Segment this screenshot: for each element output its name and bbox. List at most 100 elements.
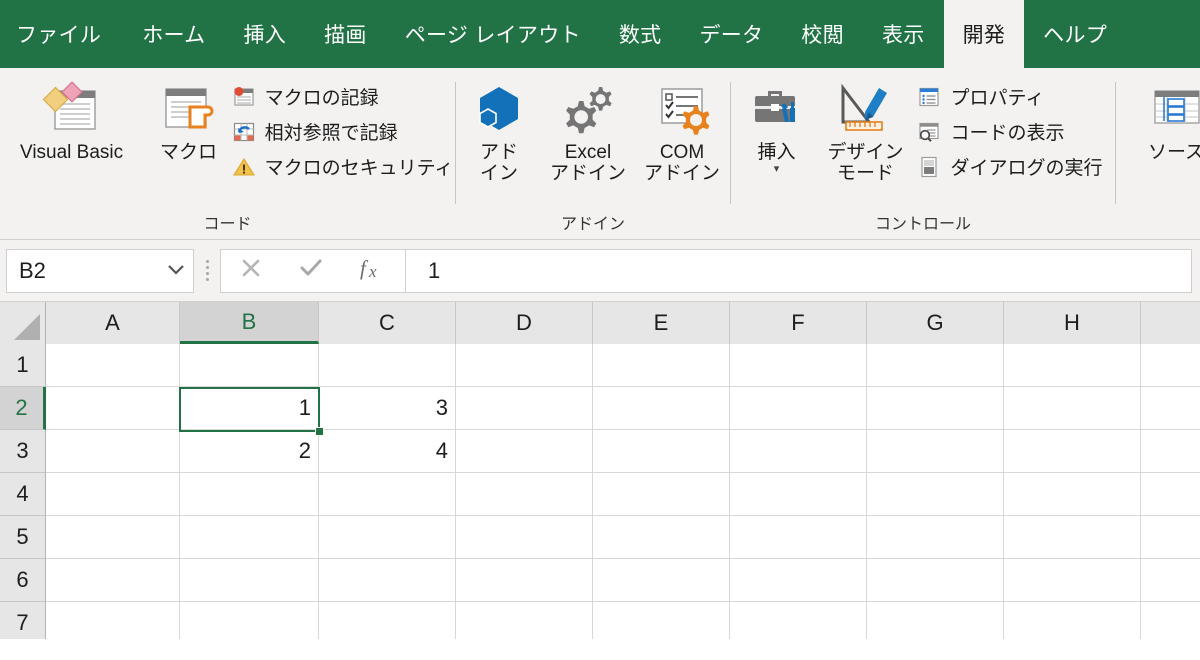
insert-control-button[interactable]: 挿入 ▾: [737, 74, 815, 175]
cell-d3[interactable]: [456, 430, 593, 473]
cell-i1[interactable]: [1141, 344, 1200, 387]
cell-d2[interactable]: [456, 387, 593, 430]
cell-i2[interactable]: [1141, 387, 1200, 430]
cell-i3[interactable]: [1141, 430, 1200, 473]
design-mode-button[interactable]: デザイン モード: [815, 74, 915, 185]
tab-page-layout[interactable]: ページ レイアウト: [386, 0, 600, 68]
tab-help[interactable]: ヘルプ: [1024, 0, 1126, 68]
row-header-7[interactable]: 7: [0, 602, 46, 639]
column-header-c[interactable]: C: [319, 302, 456, 344]
tab-insert[interactable]: 挿入: [224, 0, 305, 68]
tab-draw[interactable]: 描画: [305, 0, 386, 68]
tab-formulas[interactable]: 数式: [600, 0, 681, 68]
cell-f3[interactable]: [730, 430, 867, 473]
cell-b4[interactable]: [180, 473, 319, 516]
cell-f4[interactable]: [730, 473, 867, 516]
column-header-h[interactable]: H: [1004, 302, 1141, 344]
tab-data[interactable]: データ: [680, 0, 782, 68]
cell-b2[interactable]: 1: [180, 387, 319, 430]
cell-b1[interactable]: [180, 344, 319, 387]
cell-b5[interactable]: [180, 516, 319, 559]
cell-f7[interactable]: [730, 602, 867, 639]
cell-g6[interactable]: [867, 559, 1004, 602]
cell-c5[interactable]: [319, 516, 456, 559]
use-relative-references-button[interactable]: 相対参照で記録: [230, 117, 460, 146]
cell-h4[interactable]: [1004, 473, 1141, 516]
chevron-down-icon[interactable]: ▾: [774, 164, 780, 175]
cell-e7[interactable]: [593, 602, 730, 639]
cell-f5[interactable]: [730, 516, 867, 559]
addins-button[interactable]: アド イン: [457, 74, 541, 185]
cell-g3[interactable]: [867, 430, 1004, 473]
cell-h2[interactable]: [1004, 387, 1141, 430]
column-header-partial[interactable]: [1141, 302, 1200, 344]
cell-i6[interactable]: [1141, 559, 1200, 602]
cell-a7[interactable]: [46, 602, 180, 639]
cell-d1[interactable]: [456, 344, 593, 387]
cell-h7[interactable]: [1004, 602, 1141, 639]
column-header-b[interactable]: B: [180, 302, 319, 344]
run-dialog-button[interactable]: ダイアログの実行: [915, 152, 1108, 181]
cell-f1[interactable]: [730, 344, 867, 387]
column-header-g[interactable]: G: [867, 302, 1004, 344]
column-header-a[interactable]: A: [46, 302, 180, 344]
cell-a2[interactable]: [46, 387, 180, 430]
cell-a4[interactable]: [46, 473, 180, 516]
cell-f2[interactable]: [730, 387, 867, 430]
enter-check-icon[interactable]: [297, 255, 325, 286]
cell-i4[interactable]: [1141, 473, 1200, 516]
cell-h3[interactable]: [1004, 430, 1141, 473]
macro-security-button[interactable]: マクロのセキュリティ: [230, 152, 460, 181]
row-header-4[interactable]: 4: [0, 473, 46, 516]
insert-function-fx-icon[interactable]: f x: [358, 254, 388, 287]
cell-e4[interactable]: [593, 473, 730, 516]
cell-d4[interactable]: [456, 473, 593, 516]
column-header-d[interactable]: D: [456, 302, 593, 344]
formula-input[interactable]: 1: [406, 248, 1192, 293]
com-addins-button[interactable]: COM アドイン: [635, 74, 729, 185]
cell-g5[interactable]: [867, 516, 1004, 559]
cell-e2[interactable]: [593, 387, 730, 430]
cell-b7[interactable]: [180, 602, 319, 639]
chevron-down-icon[interactable]: [167, 263, 185, 278]
cell-f6[interactable]: [730, 559, 867, 602]
row-header-5[interactable]: 5: [0, 516, 46, 559]
cell-h6[interactable]: [1004, 559, 1141, 602]
xml-source-button[interactable]: ソース: [1126, 74, 1200, 163]
row-header-3[interactable]: 3: [0, 430, 46, 473]
tab-home[interactable]: ホーム: [123, 0, 224, 68]
cell-e5[interactable]: [593, 516, 730, 559]
cell-d7[interactable]: [456, 602, 593, 639]
row-header-6[interactable]: 6: [0, 559, 46, 602]
row-header-2[interactable]: 2: [0, 387, 46, 430]
properties-button[interactable]: プロパティ: [915, 82, 1108, 111]
cell-i7[interactable]: [1141, 602, 1200, 639]
cell-h5[interactable]: [1004, 516, 1141, 559]
cell-c4[interactable]: [319, 473, 456, 516]
cell-a1[interactable]: [46, 344, 180, 387]
name-box[interactable]: B2: [6, 248, 194, 293]
cell-c7[interactable]: [319, 602, 456, 639]
tab-view[interactable]: 表示: [863, 0, 944, 68]
cell-h1[interactable]: [1004, 344, 1141, 387]
cell-a5[interactable]: [46, 516, 180, 559]
column-header-f[interactable]: F: [730, 302, 867, 344]
select-all-corner-button[interactable]: [0, 302, 46, 344]
cell-a3[interactable]: [46, 430, 180, 473]
cell-a6[interactable]: [46, 559, 180, 602]
tab-developer[interactable]: 開発: [943, 0, 1025, 68]
cell-b3[interactable]: 2: [180, 430, 319, 473]
cell-g7[interactable]: [867, 602, 1004, 639]
excel-addins-button[interactable]: Excel アドイン: [541, 74, 635, 185]
cancel-x-icon[interactable]: [238, 255, 264, 286]
cell-c3[interactable]: 4: [319, 430, 456, 473]
cell-d5[interactable]: [456, 516, 593, 559]
cell-e6[interactable]: [593, 559, 730, 602]
cell-g2[interactable]: [867, 387, 1004, 430]
view-code-button[interactable]: コードの表示: [915, 117, 1108, 146]
macro-button[interactable]: マクロ: [148, 74, 230, 163]
cell-d6[interactable]: [456, 559, 593, 602]
visual-basic-button[interactable]: Visual Basic: [0, 74, 148, 163]
row-header-1[interactable]: 1: [0, 344, 46, 387]
tab-file[interactable]: ファイル: [0, 0, 123, 68]
